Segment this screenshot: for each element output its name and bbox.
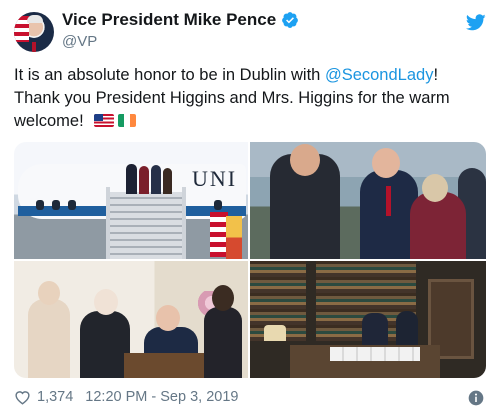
person-head	[372, 148, 400, 178]
photo-grid: UNI	[14, 142, 486, 378]
plane-window	[52, 200, 60, 210]
verified-badge-icon	[282, 12, 299, 28]
person	[396, 311, 418, 349]
person	[151, 165, 161, 194]
person-head	[156, 305, 180, 331]
author-name-row: Vice President Mike Pence	[62, 10, 299, 30]
author-handle[interactable]: @VP	[62, 33, 97, 50]
avatar-hair	[27, 15, 43, 23]
author-display-name[interactable]: Vice President Mike Pence	[62, 10, 276, 30]
heart-icon[interactable]	[14, 389, 31, 405]
tweet-text: It is an absolute honor to be in Dublin …	[14, 64, 486, 133]
tweet-footer: 1,374 12:20 PM - Sep 3, 2019	[14, 389, 238, 405]
twitter-bird-icon[interactable]	[466, 14, 486, 31]
mention-link[interactable]: @SecondLady	[325, 66, 434, 84]
like-count[interactable]: 1,374	[37, 389, 73, 405]
photo-airplane-arrival[interactable]: UNI	[14, 142, 248, 259]
person	[410, 192, 466, 259]
tweet-card: Vice President Mike Pence @VP It is an a…	[0, 0, 500, 415]
us-flag-emoji	[94, 114, 115, 127]
photo-signing-desk[interactable]	[14, 261, 248, 378]
avatar[interactable]	[14, 12, 54, 52]
airstairs	[110, 192, 182, 259]
info-icon[interactable]	[468, 390, 484, 406]
photo-greeting[interactable]	[250, 142, 486, 259]
plane-window	[214, 200, 222, 210]
person	[28, 299, 70, 378]
plane-window	[36, 200, 44, 210]
person-head	[422, 174, 448, 202]
stair-rail-right	[182, 187, 186, 259]
person	[362, 313, 388, 349]
avatar-tie	[32, 42, 36, 52]
papers	[330, 347, 420, 361]
flag	[226, 216, 242, 259]
person-head	[38, 281, 60, 305]
lamp	[264, 325, 286, 341]
ireland-flag-emoji	[118, 114, 137, 127]
person	[204, 307, 242, 378]
tweet-text-part1: It is an absolute honor to be in Dublin …	[14, 66, 325, 84]
plane-lettering: UNI	[192, 166, 238, 191]
plane-window	[68, 200, 76, 210]
person	[163, 168, 172, 194]
person	[126, 164, 137, 194]
photo-library-room[interactable]	[250, 261, 486, 378]
person-head	[212, 285, 234, 311]
tie	[386, 186, 391, 216]
person	[80, 311, 130, 378]
person-head	[290, 144, 320, 176]
person-head	[94, 289, 118, 315]
person	[139, 166, 149, 194]
tweet-timestamp[interactable]: 12:20 PM - Sep 3, 2019	[85, 389, 238, 405]
